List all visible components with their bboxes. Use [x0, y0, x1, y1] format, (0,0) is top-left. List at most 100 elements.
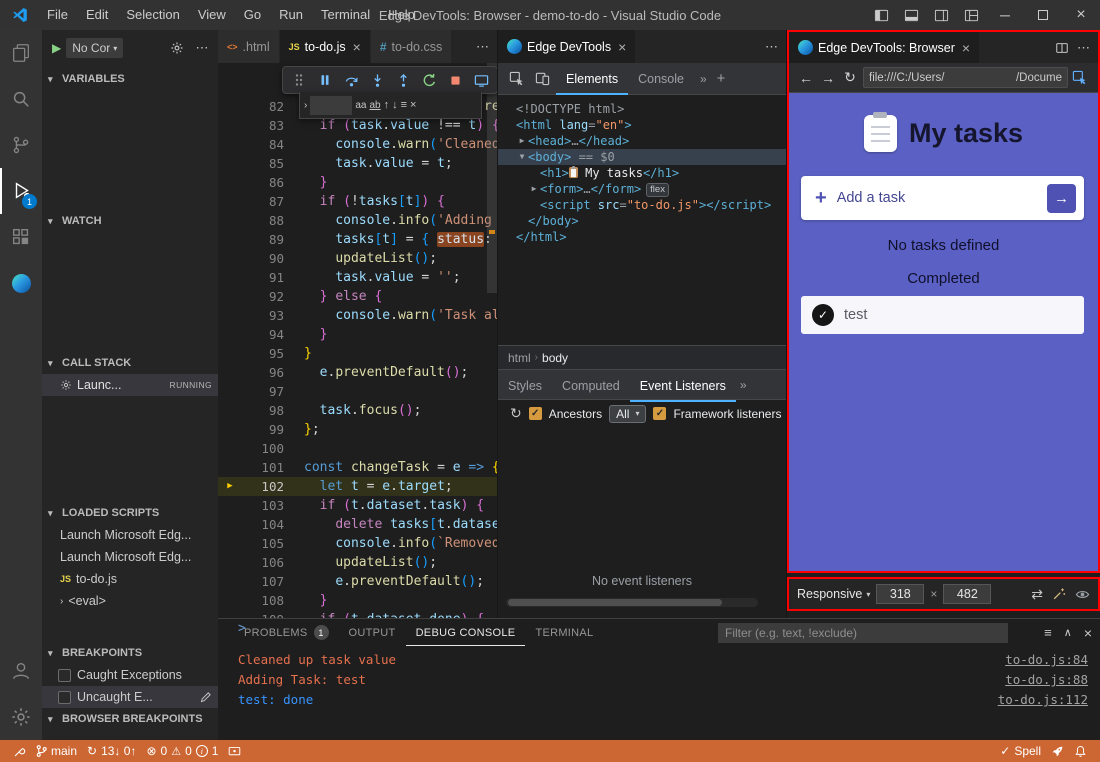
loaded-script-item[interactable]: Launch Microsoft Edg... [42, 546, 218, 568]
maximize-button[interactable] [1024, 0, 1062, 30]
code-line[interactable]: ▶102 let t = e.target; [218, 477, 497, 496]
refresh-icon[interactable]: ↻ [510, 405, 522, 422]
wand-icon[interactable] [1052, 587, 1066, 601]
edge-devtools-icon[interactable] [0, 260, 42, 306]
menu-selection[interactable]: Selection [117, 0, 188, 30]
source-link[interactable]: to-do.js:84 [1005, 650, 1088, 670]
code-editor[interactable]: 82 const t = task.value.replace(/</g, ''… [218, 63, 497, 618]
glyph-margin[interactable] [218, 268, 242, 287]
glyph-margin[interactable] [218, 287, 242, 306]
source-link[interactable]: to-do.js:112 [998, 690, 1088, 710]
accounts-icon[interactable] [0, 648, 42, 694]
glyph-margin[interactable] [218, 534, 242, 553]
line-number[interactable]: 90 [242, 249, 284, 268]
breakpoint-checkbox[interactable] [58, 669, 71, 682]
code-line[interactable]: 90 updateList(); [218, 249, 497, 268]
find-input[interactable] [310, 96, 352, 115]
restart-icon[interactable] [417, 68, 441, 92]
code-line[interactable]: 98 task.focus(); [218, 401, 497, 420]
inspect-icon[interactable] [1072, 70, 1090, 85]
editor-actions-icon[interactable]: ⋯ [765, 39, 778, 55]
reload-icon[interactable]: ↻ [841, 69, 859, 86]
code-line[interactable]: 92 } else { [218, 287, 497, 306]
browser-viewport[interactable]: My tasks + Add a task → No tasks defined… [789, 93, 1098, 571]
horizontal-scrollbar[interactable] [506, 598, 758, 607]
menu-go[interactable]: Go [235, 0, 270, 30]
line-number[interactable]: 102 [242, 477, 284, 496]
git-sync-item[interactable]: ↻13↓ 0↑ [82, 740, 141, 762]
line-number[interactable]: 107 [242, 572, 284, 591]
editor-tab[interactable]: #to-do.css [371, 30, 452, 63]
run-and-debug-icon[interactable]: 1 [0, 168, 42, 214]
editor-scrollbar[interactable] [487, 63, 497, 618]
toggle-secondary-sidebar-icon[interactable] [926, 0, 956, 30]
code-line[interactable]: 93 console.warn('Task already exists!'); [218, 306, 497, 325]
code-line[interactable]: 107 e.preventDefault(); [218, 572, 497, 591]
match-case-icon[interactable]: aa [355, 100, 366, 111]
minimize-button[interactable]: ─ [986, 0, 1024, 30]
menu-terminal[interactable]: Terminal [312, 0, 379, 30]
eye-icon[interactable] [1075, 587, 1090, 602]
more-actions-icon[interactable]: ⋯ [192, 38, 212, 58]
back-icon[interactable]: ← [797, 70, 815, 86]
add-task-input[interactable]: + Add a task → [801, 176, 1084, 220]
editor-actions-icon[interactable]: ⋯ [1077, 40, 1090, 56]
glyph-margin[interactable] [218, 154, 242, 173]
line-number[interactable]: 93 [242, 306, 284, 325]
debug-current-line-arrow[interactable]: ▶ [218, 477, 242, 496]
split-editor-icon[interactable] [1055, 41, 1069, 55]
breadcrumb-html[interactable]: html [508, 351, 531, 365]
close-panel-icon[interactable]: × [1084, 625, 1092, 641]
code-line[interactable]: 86 } [218, 173, 497, 192]
find-previous-icon[interactable]: ↑ [384, 99, 390, 111]
find-in-selection-icon[interactable]: ≡ [401, 99, 407, 111]
glyph-margin[interactable] [218, 173, 242, 192]
line-number[interactable]: 103 [242, 496, 284, 515]
code-line[interactable]: 96 e.preventDefault(); [218, 363, 497, 382]
glyph-margin[interactable] [218, 515, 242, 534]
code-line[interactable]: 84 console.warn('Cleaned up task value')… [218, 135, 497, 154]
chevron-right-icon[interactable]: ▶ [528, 181, 540, 197]
forward-icon[interactable]: → [819, 70, 837, 86]
close-icon[interactable]: × [353, 39, 361, 55]
submit-task-button[interactable]: → [1047, 184, 1076, 213]
glyph-margin[interactable] [218, 591, 242, 610]
code-line[interactable]: 95} [218, 344, 497, 363]
glyph-margin[interactable] [218, 363, 242, 382]
code-line[interactable]: 105 console.info(`Removed: ${t.dataset.t… [218, 534, 497, 553]
devtools-tab-styles[interactable]: Styles [498, 370, 552, 402]
rotate-viewport-icon[interactable]: ⇄ [1031, 586, 1043, 603]
line-number[interactable]: 101 [242, 458, 284, 477]
code-line[interactable]: 88 console.info('Adding Task: ' + t); [218, 211, 497, 230]
glyph-margin[interactable] [218, 306, 242, 325]
toolbar-grip-icon[interactable] [287, 68, 311, 92]
line-number[interactable]: 91 [242, 268, 284, 287]
source-control-icon[interactable] [0, 122, 42, 168]
line-number[interactable]: 94 [242, 325, 284, 344]
task-done-check-icon[interactable]: ✓ [812, 304, 834, 326]
menu-view[interactable]: View [189, 0, 235, 30]
more-tabs-icon[interactable]: » [736, 378, 751, 392]
chevron-right-icon[interactable]: ▶ [516, 133, 528, 149]
glyph-margin[interactable] [218, 116, 242, 135]
line-number[interactable]: 100 [242, 439, 284, 458]
console-actions-icon[interactable]: ≡ [1044, 625, 1052, 640]
debug-config-dropdown[interactable]: No Cor▾ [66, 38, 123, 58]
code-line[interactable]: 101const changeTask = e => { [218, 458, 497, 477]
explorer-icon[interactable] [0, 30, 42, 76]
line-number[interactable]: 106 [242, 553, 284, 572]
loaded-script-item[interactable]: JSto-do.js [42, 568, 218, 590]
breakpoint-item[interactable]: Uncaught E... [42, 686, 218, 708]
code-line[interactable]: 87 if (!tasks[t]) { [218, 192, 497, 211]
panel-tab-debug-console[interactable]: DEBUG CONSOLE [406, 619, 526, 646]
glyph-margin[interactable] [218, 420, 242, 439]
listener-filter-dropdown[interactable]: All▾ [609, 405, 646, 423]
stop-icon[interactable] [443, 68, 467, 92]
glyph-margin[interactable] [218, 458, 242, 477]
glyph-margin[interactable] [218, 439, 242, 458]
browser-tab[interactable]: Edge DevTools: Browser × [789, 32, 980, 63]
step-into-icon[interactable] [365, 68, 389, 92]
viewport-width-input[interactable] [876, 584, 924, 604]
dom-tree-row[interactable]: ▶<head>…</head> [498, 133, 786, 149]
screencast-icon[interactable] [469, 68, 493, 92]
